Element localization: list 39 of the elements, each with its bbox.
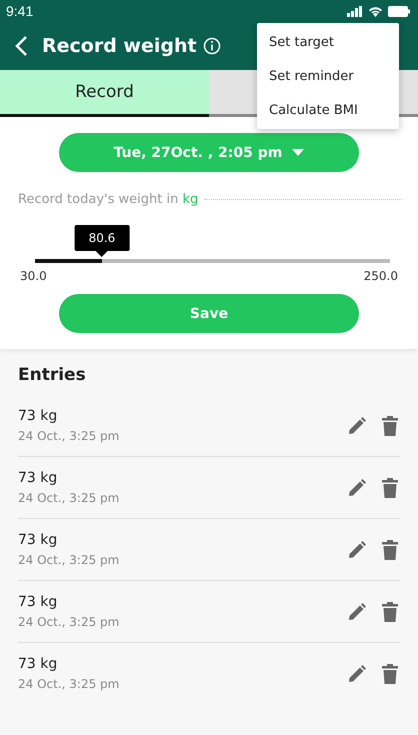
edit-icon[interactable] bbox=[348, 416, 366, 434]
menu-item[interactable]: Set reminder bbox=[257, 59, 399, 93]
tab[interactable]: Record bbox=[0, 70, 209, 117]
entry-time: 24 Oct., 3:25 pm bbox=[18, 429, 120, 443]
edit-icon[interactable] bbox=[348, 602, 366, 620]
entry-time: 24 Oct., 3:25 pm bbox=[18, 491, 120, 505]
slider-min-label: 30.0 bbox=[20, 269, 47, 283]
entry-weight: 73 kg bbox=[18, 656, 58, 672]
entries-heading: Entries bbox=[18, 365, 87, 385]
entry-weight: 73 kg bbox=[18, 470, 58, 486]
delete-icon[interactable] bbox=[382, 664, 398, 684]
edit-icon[interactable] bbox=[348, 540, 366, 558]
status-time: 9:41 bbox=[6, 3, 34, 19]
entry-time: 24 Oct., 3:25 pm bbox=[18, 677, 120, 691]
edit-icon[interactable] bbox=[348, 664, 366, 682]
entry-weight: 73 kg bbox=[18, 408, 58, 424]
info-icon[interactable] bbox=[202, 37, 221, 55]
caret-icon bbox=[292, 149, 304, 156]
edit-icon[interactable] bbox=[348, 478, 366, 496]
slider-max-label: 250.0 bbox=[364, 269, 398, 283]
battery-icon bbox=[388, 6, 410, 16]
delete-icon[interactable] bbox=[382, 602, 398, 622]
value-tooltip: 80.6 bbox=[74, 225, 130, 251]
signal-icon bbox=[347, 6, 363, 16]
weight-prompt: Record today's weight in kg bbox=[18, 192, 198, 207]
tooltip-pointer-icon bbox=[96, 251, 108, 257]
menu-item[interactable]: Set target bbox=[257, 25, 399, 59]
entry-time: 24 Oct., 3:25 pm bbox=[18, 615, 120, 629]
back-button[interactable] bbox=[14, 35, 28, 57]
weight-slider[interactable] bbox=[34, 259, 390, 263]
screen-title: Record weight bbox=[42, 35, 197, 57]
entry-weight: 73 kg bbox=[18, 532, 58, 548]
entry-time: 24 Oct., 3:25 pm bbox=[18, 553, 120, 567]
menu-item[interactable]: Calculate BMI bbox=[257, 93, 399, 127]
delete-icon[interactable] bbox=[382, 478, 398, 498]
wifi-icon bbox=[368, 6, 383, 16]
entry-weight: 73 kg bbox=[18, 594, 58, 610]
delete-icon[interactable] bbox=[382, 416, 398, 436]
delete-icon[interactable] bbox=[382, 540, 398, 560]
